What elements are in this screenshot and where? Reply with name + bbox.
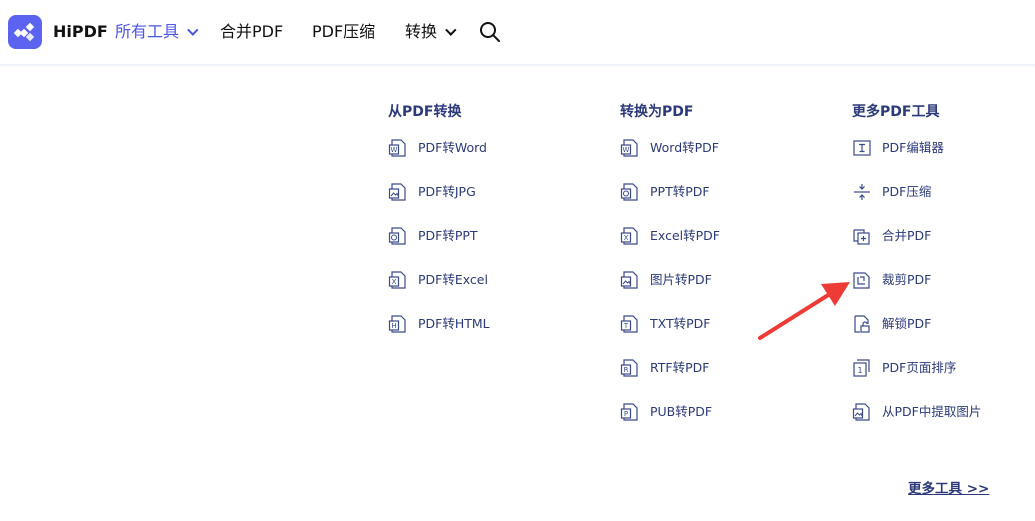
menu-item-label: 裁剪PDF	[882, 272, 932, 287]
crop-icon	[853, 272, 870, 289]
nav-convert[interactable]: 转换	[405, 21, 457, 43]
menu-item-label: 解锁PDF	[882, 316, 932, 331]
menu-item-label: PDF转JPG	[418, 184, 476, 199]
search-icon[interactable]	[479, 21, 501, 43]
menu-column-to-pdf: 转换为PDF W Word转PDF PPT转PDF X Excel转PDF 图片	[620, 102, 720, 421]
nav-compress-pdf-label: PDF压缩	[312, 22, 376, 41]
text-cursor-icon	[853, 140, 871, 156]
nav-all-tools-label: 所有工具	[115, 22, 180, 41]
svg-text:T: T	[623, 322, 629, 330]
ppt-doc-icon	[620, 183, 638, 201]
unlock-icon	[854, 315, 870, 333]
html-doc-icon: H	[388, 315, 406, 333]
menu-item-label: PDF页面排序	[882, 360, 957, 375]
more-tools-link[interactable]: 更多工具 >>	[908, 479, 989, 499]
excel-doc-icon: X	[388, 271, 406, 289]
menu-column-from-pdf: 从PDF转换 W PDF转Word PDF转JPG PDF转PPT X PDF转	[388, 102, 490, 333]
menu-item-label: PPT转PDF	[650, 184, 710, 199]
pub-doc-icon: P	[620, 403, 638, 421]
svg-text:R: R	[624, 366, 629, 374]
menu-item-label: Excel转PDF	[650, 228, 720, 243]
brand-name[interactable]: HiPDF	[53, 21, 108, 43]
extract-image-icon	[852, 403, 870, 421]
nav-convert-label: 转换	[405, 22, 438, 41]
annotation-arrow-icon	[758, 282, 850, 340]
menu-item-label: PUB转PDF	[650, 404, 713, 419]
menu-item-label: PDF转PPT	[418, 228, 478, 243]
menu-item-label: PDF压缩	[882, 184, 932, 199]
txt-doc-icon: T	[620, 315, 638, 333]
menu-item-label: 图片转PDF	[650, 272, 712, 287]
nav-merge-pdf[interactable]: 合并PDF	[220, 21, 283, 43]
svg-text:W: W	[391, 146, 398, 154]
compress-icon	[854, 184, 870, 200]
menu-column-more-tools: 更多PDF工具 PDF编辑器 PDF压缩 合并PDF 裁剪PDF 解锁PDF 1…	[852, 102, 981, 421]
nav-merge-pdf-label: 合并PDF	[220, 22, 284, 41]
svg-text:H: H	[391, 322, 396, 330]
word-doc-icon: W	[620, 139, 638, 157]
ppt-doc-icon	[388, 227, 406, 245]
menu-item-label: Word转PDF	[650, 140, 719, 155]
image-doc-icon	[620, 271, 638, 289]
menu-item-label: PDF编辑器	[882, 140, 944, 155]
rtf-doc-icon: R	[620, 359, 638, 377]
nav-all-tools[interactable]: 所有工具	[115, 21, 199, 43]
image-doc-icon	[388, 183, 406, 201]
merge-icon	[853, 229, 870, 245]
excel-doc-icon: X	[620, 227, 638, 245]
chevron-down-icon	[187, 24, 199, 36]
column-title-more-tools: 更多PDF工具	[852, 104, 940, 120]
menu-item-label: 从PDF中提取图片	[882, 404, 982, 419]
svg-text:X: X	[392, 278, 397, 286]
top-nav-bar: HiPDF 所有工具 合并PDF PDF压缩 转换	[0, 0, 1035, 64]
svg-text:W: W	[623, 146, 630, 154]
page-order-icon: 1	[853, 359, 870, 377]
menu-item-label: PDF转Word	[418, 140, 487, 155]
word-doc-icon: W	[388, 139, 406, 157]
menu-item-label: PDF转Excel	[418, 272, 488, 287]
svg-text:X: X	[624, 234, 629, 242]
menu-item-label: RTF转PDF	[650, 360, 710, 375]
menu-item-label: TXT转PDF	[650, 316, 711, 331]
svg-text:1: 1	[857, 366, 862, 375]
header-divider	[0, 64, 1035, 68]
nav-compress-pdf[interactable]: PDF压缩	[312, 21, 375, 43]
chevron-down-icon	[445, 24, 457, 36]
svg-text:P: P	[624, 410, 628, 418]
menu-item-label: 合并PDF	[882, 228, 932, 243]
hipdf-logo-icon[interactable]	[8, 15, 42, 49]
menu-item-label: PDF转HTML	[418, 316, 490, 331]
column-title-from-pdf: 从PDF转换	[388, 104, 462, 120]
column-title-to-pdf: 转换为PDF	[620, 104, 694, 120]
